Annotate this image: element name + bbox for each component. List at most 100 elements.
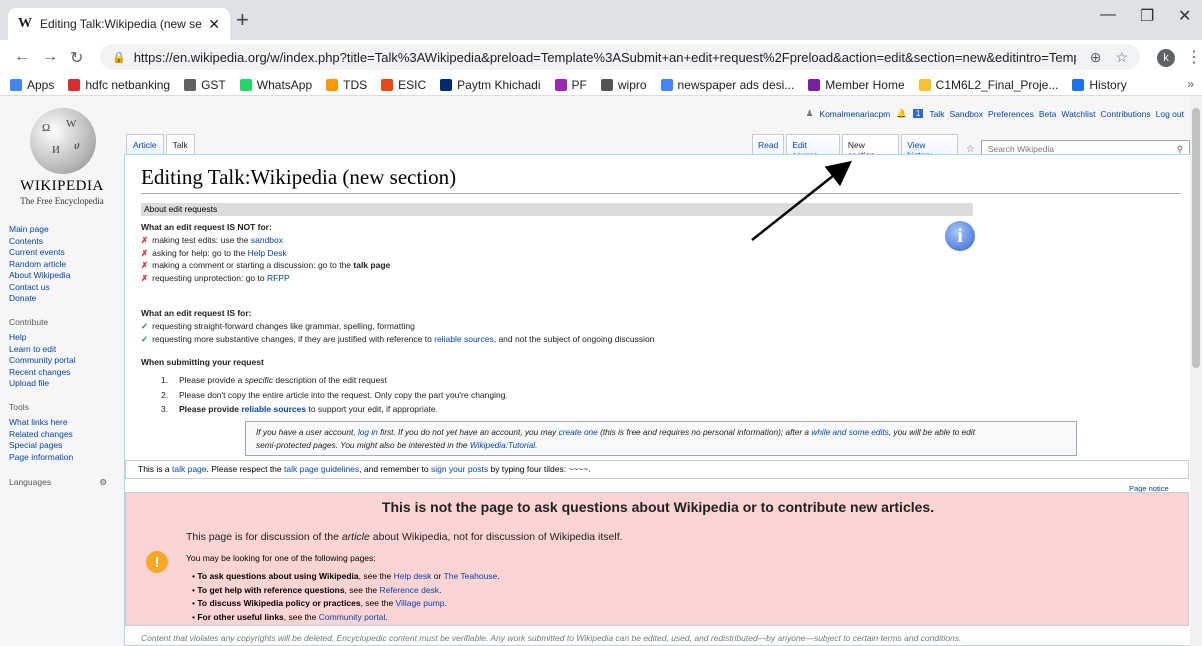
new-tab-icon[interactable]: + <box>236 8 249 32</box>
item-link[interactable]: RFPP <box>267 273 290 283</box>
profile-avatar[interactable]: k <box>1157 49 1175 67</box>
login-link[interactable]: log in <box>358 427 378 437</box>
text: , you will be able to edit <box>888 427 976 437</box>
item-bold: talk page <box>353 260 391 270</box>
item-link[interactable]: Help Desk <box>248 248 287 258</box>
step-link[interactable]: reliable sources <box>241 404 306 414</box>
item-link[interactable]: Community portal <box>319 612 386 622</box>
gear-icon[interactable]: ⚙ <box>99 477 107 489</box>
bookmark-item[interactable]: WhatsApp <box>239 77 313 92</box>
bookmark-icon <box>1072 78 1085 91</box>
menu-icon[interactable]: ⋮ <box>1186 47 1202 67</box>
sidebar-contribute-link[interactable]: Recent changes <box>9 367 119 379</box>
bookmark-item[interactable]: ESIC <box>381 78 426 92</box>
sidebar-nav-link[interactable]: Contact us <box>9 282 119 294</box>
while-edits-link[interactable]: while and some edits <box>811 427 888 437</box>
bookmark-label: WhatsApp <box>256 77 313 92</box>
green-check-icon: ✓ <box>141 334 149 344</box>
sidebar-contribute-link[interactable]: Community portal <box>9 355 119 367</box>
text: by typing four tildes: ~~~~. <box>488 464 591 474</box>
restore-icon[interactable]: ❐ <box>1140 6 1154 26</box>
green-check-icon: ✓ <box>141 321 149 331</box>
item-link[interactable]: reliable sources <box>434 334 494 344</box>
item-link[interactable]: sandbox <box>251 235 283 245</box>
bookmark-item[interactable]: TDS <box>326 78 367 92</box>
close-window-icon[interactable]: ✕ <box>1178 6 1191 26</box>
bookmark-item[interactable]: History <box>1072 78 1127 92</box>
tab-article[interactable]: Article <box>126 134 164 154</box>
personal-link[interactable]: Log out <box>1156 109 1184 119</box>
personal-link[interactable]: Contributions <box>1101 109 1151 119</box>
close-tab-icon[interactable]: ✕ <box>208 16 220 33</box>
tutorial-link[interactable]: Wikipedia:Tutorial <box>470 440 535 450</box>
bookmark-icon <box>440 78 453 91</box>
bookmark-icon <box>660 78 673 91</box>
bookmark-item[interactable]: PF <box>554 78 587 92</box>
search-placeholder: Search Wikipedia <box>987 144 1054 154</box>
browser-tab[interactable]: W Editing Talk:Wikipedia (new secti ✕ <box>8 8 230 40</box>
bookmark-item[interactable]: newspaper ads desi... <box>660 78 794 92</box>
sidebar-nav-link[interactable]: Random article <box>9 259 119 271</box>
bookmark-item[interactable]: C1M6L2_Final_Proje... <box>918 77 1059 92</box>
bookmark-item[interactable]: hdfc netbanking <box>68 78 170 92</box>
item-link[interactable]: The Teahouse <box>444 571 498 581</box>
sidebar-contribute-link[interactable]: Help <box>9 332 119 344</box>
item-bold: To ask questions about using Wikipedia <box>197 571 359 581</box>
item-link[interactable]: Village pump <box>396 598 445 608</box>
sidebar: Main page Contents Current events Random ar… <box>9 224 119 489</box>
bookmark-item[interactable]: Apps <box>10 78 54 92</box>
bookmark-star-icon[interactable]: ☆ <box>1115 49 1128 66</box>
bookmark-icon <box>239 78 252 91</box>
personal-link[interactable]: Beta <box>1039 109 1057 119</box>
sidebar-nav-link[interactable]: Main page <box>9 224 119 236</box>
forward-icon[interactable]: → <box>42 48 58 66</box>
bookmarks-overflow-icon[interactable]: » <box>1187 77 1194 91</box>
username-link[interactable]: Komalmenariacpm <box>819 109 890 119</box>
bookmark-item[interactable]: GST <box>184 78 226 92</box>
guidelines-link[interactable]: talk page guidelines <box>284 464 359 474</box>
sidebar-tools-link[interactable]: Related changes <box>9 429 119 441</box>
bookmark-item[interactable]: Member Home <box>808 77 905 92</box>
talk-page-link[interactable]: talk page <box>172 464 207 474</box>
personal-link[interactable]: Sandbox <box>949 109 983 119</box>
sidebar-tools-link[interactable]: Page information <box>9 452 119 464</box>
create-account-link[interactable]: create one <box>559 427 598 437</box>
scrollbar[interactable] <box>1190 96 1202 646</box>
personal-link[interactable]: Preferences <box>988 109 1034 119</box>
scrollbar-thumb[interactable] <box>1192 108 1200 368</box>
submit-step: 2. Please don't copy the entire article i… <box>161 390 508 400</box>
reload-icon[interactable]: ↻ <box>70 48 83 68</box>
bookmark-label: Member Home <box>825 77 905 92</box>
notices-icon[interactable]: 1 <box>912 109 924 118</box>
sidebar-nav-link[interactable]: About Wikipedia <box>9 270 119 282</box>
sidebar-contribute-link[interactable]: Upload file <box>9 378 119 390</box>
sidebar-tools-link[interactable]: Special pages <box>9 440 119 452</box>
step-text: Please provide <box>179 404 242 414</box>
item-link[interactable]: Reference desk <box>380 585 440 595</box>
personal-link[interactable]: Talk <box>929 109 944 119</box>
bookmark-label: C1M6L2_Final_Proje... <box>935 77 1059 92</box>
watch-star-icon[interactable]: ☆ <box>966 144 975 155</box>
sidebar-tools-link[interactable]: What links here <box>9 417 119 429</box>
sidebar-contribute-link[interactable]: Learn to edit <box>9 344 119 356</box>
wikipedia-logo[interactable]: ΩWИሀ WIKIPEDIA The Free Encyclopedia <box>8 104 116 212</box>
url-input[interactable]: 🔒 https://en.wikipedia.org/w/index.php?t… <box>100 44 1140 70</box>
bookmark-item[interactable]: Paytm Khichadi <box>440 78 541 92</box>
step-number: 2. <box>161 389 169 400</box>
sidebar-nav-link[interactable]: Donate <box>9 293 119 305</box>
zoom-icon[interactable]: ⊕ <box>1090 49 1102 66</box>
is-for-item: ✓ requesting straight-forward changes lik… <box>141 321 415 332</box>
item-link[interactable]: Help desk <box>394 571 432 581</box>
sidebar-nav-link[interactable]: Contents <box>9 236 119 248</box>
about-edit-requests-heading: About edit requests <box>141 203 973 216</box>
personal-link[interactable]: Watchlist <box>1061 109 1095 119</box>
bell-icon[interactable]: 🔔 <box>896 108 907 119</box>
bookmark-item[interactable]: wipro <box>600 78 647 92</box>
tab-talk[interactable]: Talk <box>165 134 195 154</box>
sign-posts-link[interactable]: sign your posts <box>431 464 488 474</box>
search-icon[interactable]: ⚲ <box>1177 144 1183 155</box>
sidebar-nav-link[interactable]: Current events <box>9 247 119 259</box>
minimize-icon[interactable]: — <box>1100 6 1116 24</box>
step-number: 3. <box>161 404 169 414</box>
back-icon[interactable]: ← <box>14 48 30 66</box>
